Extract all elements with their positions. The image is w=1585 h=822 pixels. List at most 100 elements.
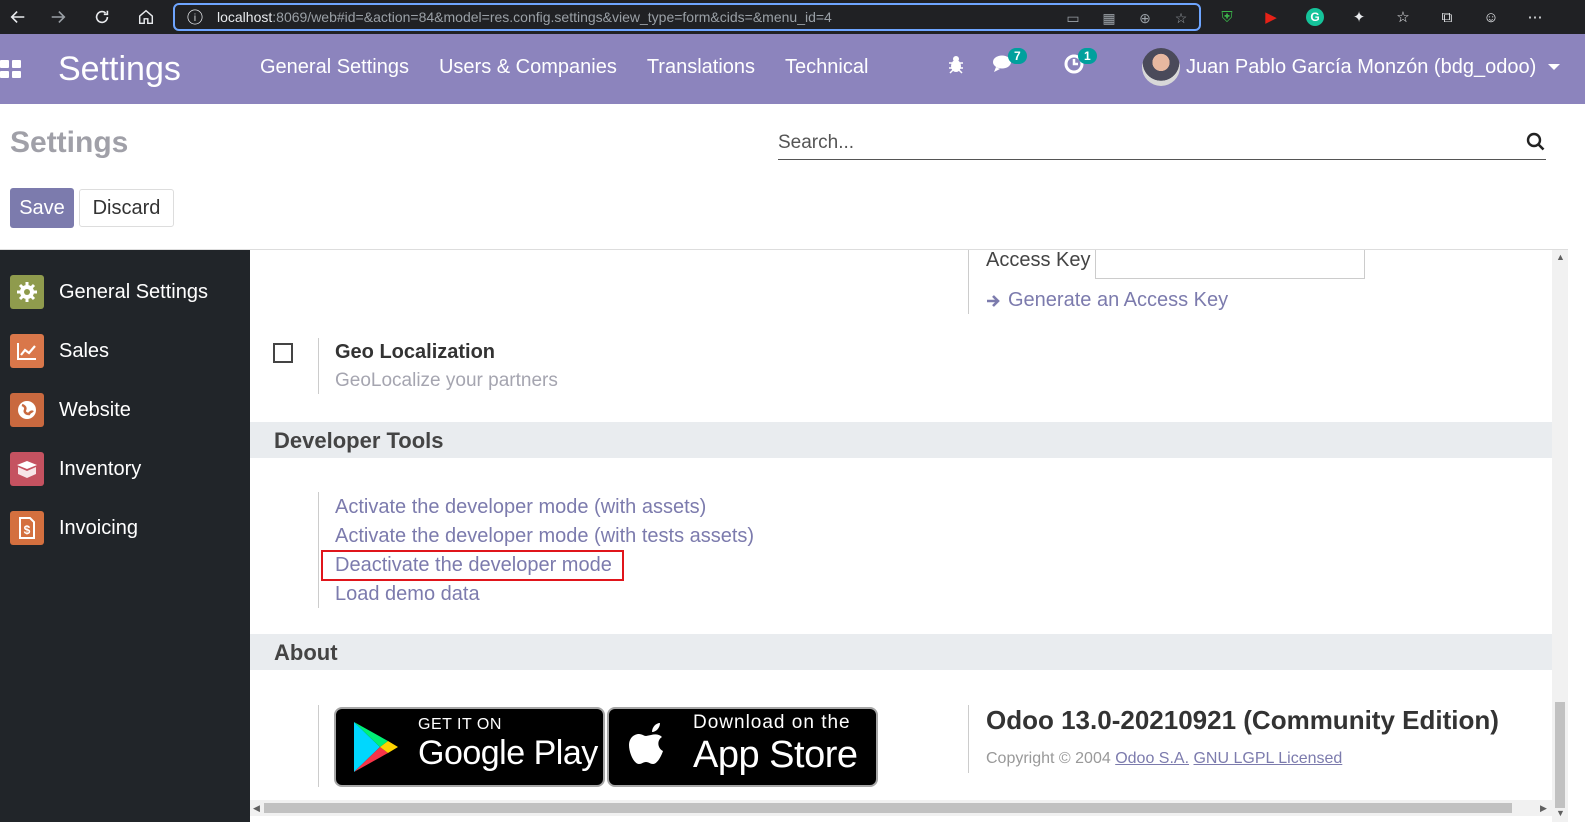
address-bar[interactable]: i localhost:8069/web#id=&action=84&model… bbox=[173, 3, 1201, 31]
activities-badge: 1 bbox=[1078, 48, 1097, 64]
app-store-small-text: Download on the bbox=[693, 711, 851, 733]
immersive-reader-icon[interactable]: ▦ bbox=[1099, 8, 1119, 28]
page-edge bbox=[1568, 104, 1585, 822]
settings-sidebar: General Settings Sales Website Inventory… bbox=[0, 250, 250, 822]
scroll-down-icon[interactable]: ▼ bbox=[1556, 808, 1565, 818]
scroll-right-icon[interactable]: ▶ bbox=[1540, 803, 1547, 814]
sidebar-item-label: Sales bbox=[59, 339, 110, 362]
more-menu-icon[interactable]: ⋯ bbox=[1523, 5, 1547, 29]
sidebar-item-label: Website bbox=[59, 398, 131, 421]
settings-content: Access Key Generate an Access Key Geo Lo… bbox=[250, 250, 1552, 800]
main-menu: General Settings Users & Companies Trans… bbox=[260, 56, 868, 79]
browser-toolbar: i localhost:8069/web#id=&action=84&model… bbox=[0, 0, 1585, 34]
zoom-icon[interactable]: ⊕ bbox=[1135, 8, 1155, 28]
access-key-field[interactable] bbox=[1095, 250, 1365, 279]
chart-icon bbox=[10, 334, 44, 368]
load-demo-data-link[interactable]: Load demo data bbox=[335, 583, 480, 606]
site-info-icon[interactable]: i bbox=[187, 9, 203, 25]
generate-access-key-link[interactable]: Generate an Access Key bbox=[986, 289, 1228, 312]
extensions-bar: ⛨ ▶ G ✦ ☆ ⧉ ☺ ⋯ bbox=[1215, 5, 1547, 29]
avatar bbox=[1142, 48, 1180, 86]
vertical-scrollbar[interactable]: ▲ ▼ bbox=[1552, 250, 1568, 822]
reload-icon[interactable] bbox=[84, 0, 120, 34]
menu-translations[interactable]: Translations bbox=[647, 56, 755, 79]
search-bar bbox=[778, 128, 1546, 160]
user-name: Juan Pablo García Monzón (bdg_odoo) bbox=[1186, 55, 1537, 78]
address-bar-actions: ▭ ▦ ⊕ ☆ bbox=[1063, 8, 1191, 28]
save-button[interactable]: Save bbox=[10, 188, 74, 228]
sidebar-item-inventory[interactable]: Inventory bbox=[10, 451, 141, 487]
about-section: About bbox=[250, 634, 1552, 670]
vertical-scroll-thumb[interactable] bbox=[1555, 702, 1565, 808]
highlight-annotation bbox=[321, 550, 624, 581]
app-available-icon[interactable]: ▭ bbox=[1063, 8, 1083, 28]
app-store-badge[interactable]: Download on the App Store bbox=[607, 707, 878, 787]
control-panel: Settings Save Discard bbox=[0, 104, 1585, 250]
sidebar-item-general-settings[interactable]: General Settings bbox=[10, 274, 208, 310]
app-store-big-text: App Store bbox=[693, 733, 858, 776]
company-link[interactable]: Odoo S.A. bbox=[1115, 750, 1189, 767]
menu-general-settings[interactable]: General Settings bbox=[260, 56, 409, 79]
grammarly-extension-icon[interactable]: G bbox=[1303, 5, 1327, 29]
apps-menu-icon[interactable] bbox=[0, 60, 22, 78]
sidebar-item-website[interactable]: Website bbox=[10, 392, 131, 428]
user-menu[interactable]: Juan Pablo García Monzón (bdg_odoo) bbox=[1142, 48, 1561, 86]
globe-icon bbox=[10, 393, 44, 427]
arrow-right-icon bbox=[987, 294, 1000, 307]
messages-badge: 7 bbox=[1008, 48, 1027, 64]
apple-icon bbox=[629, 723, 663, 764]
developer-tools-section: Developer Tools bbox=[250, 422, 1552, 458]
license-link[interactable]: GNU LGPL Licensed bbox=[1193, 750, 1342, 767]
search-icon[interactable] bbox=[1526, 132, 1546, 152]
app-brand[interactable]: Settings bbox=[58, 50, 181, 89]
copyright-text: Copyright © 2004 Odoo S.A. GNU LGPL Lice… bbox=[986, 750, 1342, 768]
sidebar-item-invoicing[interactable]: $ Invoicing bbox=[10, 510, 138, 546]
divider bbox=[968, 705, 969, 773]
sidebar-item-sales[interactable]: Sales bbox=[10, 333, 109, 369]
home-icon[interactable] bbox=[128, 0, 164, 34]
profile-icon[interactable]: ☺ bbox=[1479, 5, 1503, 29]
activities-icon[interactable]: 1 bbox=[1062, 48, 1097, 76]
scroll-left-icon[interactable]: ◀ bbox=[253, 803, 260, 814]
section-title: Developer Tools bbox=[274, 428, 444, 453]
sidebar-item-label: General Settings bbox=[59, 280, 208, 303]
horizontal-scroll-thumb[interactable] bbox=[264, 803, 1512, 813]
activate-dev-mode-tests-link[interactable]: Activate the developer mode (with tests … bbox=[335, 525, 754, 548]
youtube-extension-icon[interactable]: ▶ bbox=[1259, 5, 1283, 29]
extensions-icon[interactable]: ✦ bbox=[1347, 5, 1371, 29]
geo-localization-checkbox[interactable] bbox=[273, 343, 293, 363]
svg-text:G: G bbox=[1310, 10, 1319, 24]
sidebar-item-label: Invoicing bbox=[59, 516, 138, 539]
divider bbox=[318, 338, 319, 394]
box-icon bbox=[10, 452, 44, 486]
back-icon[interactable] bbox=[0, 0, 36, 34]
favorites-icon[interactable]: ☆ bbox=[1391, 5, 1415, 29]
bug-icon[interactable] bbox=[944, 52, 968, 76]
scroll-up-icon[interactable]: ▲ bbox=[1556, 252, 1565, 262]
url-text: localhost:8069/web#id=&action=84&model=r… bbox=[217, 9, 832, 25]
chevron-down-icon bbox=[1548, 64, 1561, 70]
collections-icon[interactable]: ⧉ bbox=[1435, 5, 1459, 29]
access-key-label: Access Key bbox=[986, 250, 1091, 271]
systray: 7 1 bbox=[944, 48, 1097, 76]
generate-access-key-text: Generate an Access Key bbox=[1008, 289, 1229, 311]
activate-dev-mode-assets-link[interactable]: Activate the developer mode (with assets… bbox=[335, 496, 706, 519]
divider bbox=[318, 705, 319, 787]
favorite-add-icon[interactable]: ☆ bbox=[1171, 8, 1191, 28]
discard-button[interactable]: Discard bbox=[79, 189, 174, 227]
google-play-big-text: Google Play bbox=[418, 733, 598, 772]
search-input[interactable] bbox=[778, 128, 1498, 158]
forward-icon[interactable] bbox=[40, 0, 76, 34]
horizontal-scrollbar[interactable]: ◀ ▶ bbox=[250, 800, 1552, 816]
section-title: About bbox=[274, 640, 338, 665]
shield-extension-icon[interactable]: ⛨ bbox=[1215, 5, 1239, 29]
menu-technical[interactable]: Technical bbox=[785, 56, 868, 79]
divider bbox=[318, 492, 319, 608]
google-play-icon bbox=[354, 722, 398, 772]
google-play-badge[interactable]: GET IT ON Google Play bbox=[334, 707, 605, 787]
odoo-navbar: Settings General Settings Users & Compan… bbox=[0, 34, 1585, 104]
menu-users-companies[interactable]: Users & Companies bbox=[439, 56, 617, 79]
sidebar-item-label: Inventory bbox=[59, 457, 142, 480]
messages-icon[interactable]: 7 bbox=[992, 48, 1027, 76]
geo-localization-description: GeoLocalize your partners bbox=[335, 370, 558, 391]
